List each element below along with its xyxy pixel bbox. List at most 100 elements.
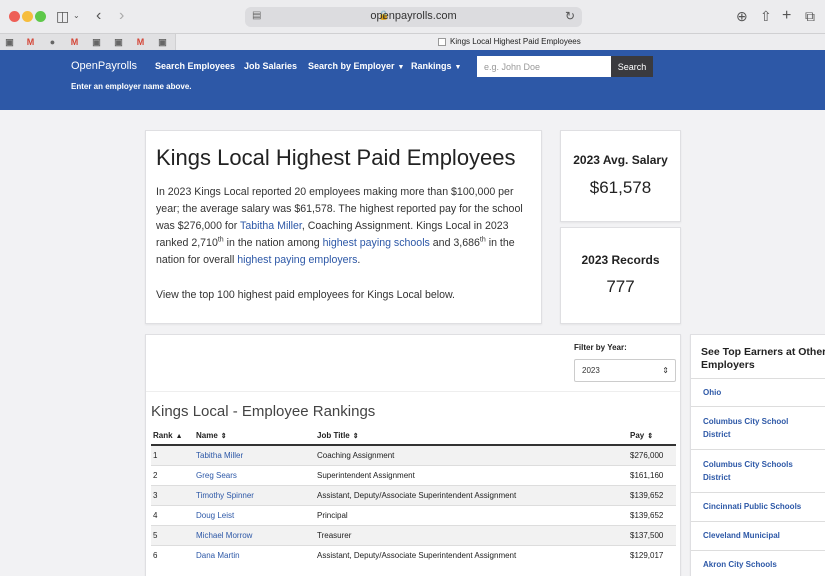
sort-asc-icon: ▲ xyxy=(175,432,183,440)
intro-text: ranked 2,710 xyxy=(156,237,218,249)
tab-overview-icon[interactable]: ⧉ xyxy=(805,7,815,25)
nav-search-employees[interactable]: Search Employees xyxy=(155,61,235,71)
employer-link[interactable]: Columbus City School District xyxy=(703,415,803,441)
apple-icon[interactable]: ● xyxy=(47,37,58,47)
nav-search-by-employer[interactable]: Search by Employer ▼ xyxy=(308,61,404,71)
nav-rankings-label: Rankings xyxy=(411,61,452,71)
highest-paying-schools-link[interactable]: highest paying schools xyxy=(323,237,430,249)
bookmark-favicon-icon[interactable]: ▣ xyxy=(157,37,168,47)
employee-name-link[interactable]: Doug Leist xyxy=(194,504,315,525)
bookmark-favicon-icon[interactable]: ▣ xyxy=(113,37,124,47)
column-header-name[interactable]: Name ⇕ xyxy=(194,426,315,446)
avg-salary-card: 2023 Avg. Salary $61,578 xyxy=(560,130,681,222)
sort-icon: ⇕ xyxy=(220,432,227,440)
column-header-pay[interactable]: Pay ⇕ xyxy=(628,426,676,446)
job-title-cell: Coaching Assignment xyxy=(315,444,628,465)
maximize-window-button[interactable] xyxy=(35,11,46,22)
gmail-icon[interactable]: M xyxy=(25,37,36,47)
column-header-label: Pay xyxy=(630,430,645,440)
records-card: 2023 Records 777 xyxy=(560,227,681,324)
column-header-rank[interactable]: Rank ▲ xyxy=(151,426,194,446)
employer-search-input[interactable] xyxy=(477,56,611,77)
site-navbar: OpenPayrolls Search Employees Job Salari… xyxy=(0,50,825,110)
search-button[interactable]: Search xyxy=(611,56,653,77)
other-employers-card: See Top Earners at Other Employers Ohio … xyxy=(690,334,825,576)
back-icon[interactable]: ‹ xyxy=(96,7,101,25)
share-icon[interactable]: ⇧ xyxy=(760,7,772,25)
pay-cell: $139,652 xyxy=(628,504,676,525)
bookmark-favicon-icon[interactable]: ▣ xyxy=(91,37,102,47)
employer-list-item: Columbus City Schools District xyxy=(691,450,825,493)
reload-icon[interactable]: ↻ xyxy=(565,9,575,23)
intro-line-5: nation for overall highest paying employ… xyxy=(156,252,536,269)
records-value: 777 xyxy=(606,277,635,296)
employer-list-item: Ohio xyxy=(691,379,825,407)
nav-rankings[interactable]: Rankings ▼ xyxy=(411,61,461,71)
pay-cell: $139,652 xyxy=(628,484,676,505)
employee-link[interactable]: Tabitha Miller xyxy=(240,220,302,232)
intro-line-6: View the top 100 highest paid employees … xyxy=(156,289,455,301)
employer-link[interactable]: Ohio xyxy=(703,386,803,399)
employer-link[interactable]: Columbus City Schools District xyxy=(703,458,803,484)
column-header-label: Rank xyxy=(153,430,173,440)
bookmark-favicon-icon[interactable]: ▣ xyxy=(4,37,15,47)
rank-cell: 3 xyxy=(151,484,194,505)
tab-title: Kings Local Highest Paid Employees xyxy=(450,37,581,46)
column-header-job-title[interactable]: Job Title ⇕ xyxy=(315,426,628,446)
intro-line-1: In 2023 Kings Local reported 20 employee… xyxy=(156,186,514,198)
rankings-card: Filter by Year: 2023 ⇕ Kings Local - Emp… xyxy=(145,334,681,576)
rank-cell: 5 xyxy=(151,524,194,545)
chevron-down-icon[interactable]: ⌄ xyxy=(73,7,80,25)
forward-icon[interactable]: › xyxy=(119,7,124,25)
page-title: Kings Local Highest Paid Employees xyxy=(156,145,516,170)
column-header-label: Name xyxy=(196,430,218,440)
intro-card: Kings Local Highest Paid Employees In 20… xyxy=(145,130,542,324)
close-window-button[interactable] xyxy=(9,11,20,22)
site-logo[interactable]: OpenPayrolls xyxy=(71,60,137,72)
intro-text: , Coaching Assignment. Kings Local in 20… xyxy=(301,220,509,232)
intro-text: was $276,000 for xyxy=(156,220,241,232)
rank-cell: 2 xyxy=(151,464,194,485)
employer-list-item: Columbus City School District xyxy=(691,407,825,450)
employer-list-item: Akron City Schools xyxy=(691,551,825,576)
browser-toolbar: ◫ ⌄ ‹ › ▤ 🔒 openpayrolls.com ↻ ⊕ ⇧ + ⧉ xyxy=(0,0,825,33)
highest-paying-employers-link[interactable]: highest paying employers xyxy=(237,254,357,266)
address-bar[interactable]: ▤ 🔒 openpayrolls.com ↻ xyxy=(245,7,582,27)
gmail-icon[interactable]: M xyxy=(135,37,146,47)
search-hint: Enter an employer name above. xyxy=(71,82,192,91)
intro-text: nation for overall xyxy=(156,254,238,266)
intro-text: and 3,686 xyxy=(429,237,480,249)
rankings-table: Rank ▲ Name ⇕ Job Title ⇕ Pay ⇕ 1 Tabitha Mi… xyxy=(151,426,676,565)
minimize-window-button[interactable] xyxy=(22,11,33,22)
employer-link[interactable]: Cleveland Municipal xyxy=(703,529,803,542)
caret-down-icon: ▼ xyxy=(397,64,405,71)
intro-line-4: ranked 2,710th in the nation among highe… xyxy=(156,235,536,252)
table-row: 1 Tabitha Miller Coaching Assignment $27… xyxy=(151,444,676,465)
employee-name-link[interactable]: Timothy Spinner xyxy=(194,484,315,505)
nav-job-salaries[interactable]: Job Salaries xyxy=(244,61,297,71)
intro-line-2: year; the average salary was $61,578. Th… xyxy=(156,203,523,215)
gmail-icon[interactable]: M xyxy=(69,37,80,47)
rank-cell: 1 xyxy=(151,444,194,465)
table-header-row: Rank ▲ Name ⇕ Job Title ⇕ Pay ⇕ xyxy=(151,426,676,446)
employee-name-link[interactable]: Michael Morrow xyxy=(194,524,315,545)
employee-name-link[interactable]: Dana Martin xyxy=(194,544,315,565)
employer-link[interactable]: Cincinnati Public Schools xyxy=(703,500,803,513)
pay-cell: $129,017 xyxy=(628,544,676,565)
employee-name-link[interactable]: Tabitha Miller xyxy=(194,444,315,465)
avg-salary-value: $61,578 xyxy=(589,178,652,197)
new-tab-icon[interactable]: + xyxy=(782,7,791,25)
other-employers-title: See Top Earners at Other Employers xyxy=(701,346,825,371)
intro-line-3: was $276,000 for Tabitha Miller, Coachin… xyxy=(156,218,536,235)
avg-salary-label: 2023 Avg. Salary xyxy=(573,153,668,167)
intro-text: . xyxy=(357,254,361,266)
column-header-label: Job Title xyxy=(317,430,350,440)
sort-icon: ⇕ xyxy=(352,432,359,440)
year-filter-select[interactable]: 2023 ⇕ xyxy=(574,359,676,382)
employee-name-link[interactable]: Greg Sears xyxy=(194,464,315,485)
employer-link[interactable]: Akron City Schools xyxy=(703,558,803,571)
sidebar-toggle-icon[interactable]: ◫ xyxy=(56,7,69,25)
active-tab[interactable]: Kings Local Highest Paid Employees xyxy=(175,34,825,50)
pay-cell: $276,000 xyxy=(628,444,676,465)
download-icon[interactable]: ⊕ xyxy=(736,7,748,25)
